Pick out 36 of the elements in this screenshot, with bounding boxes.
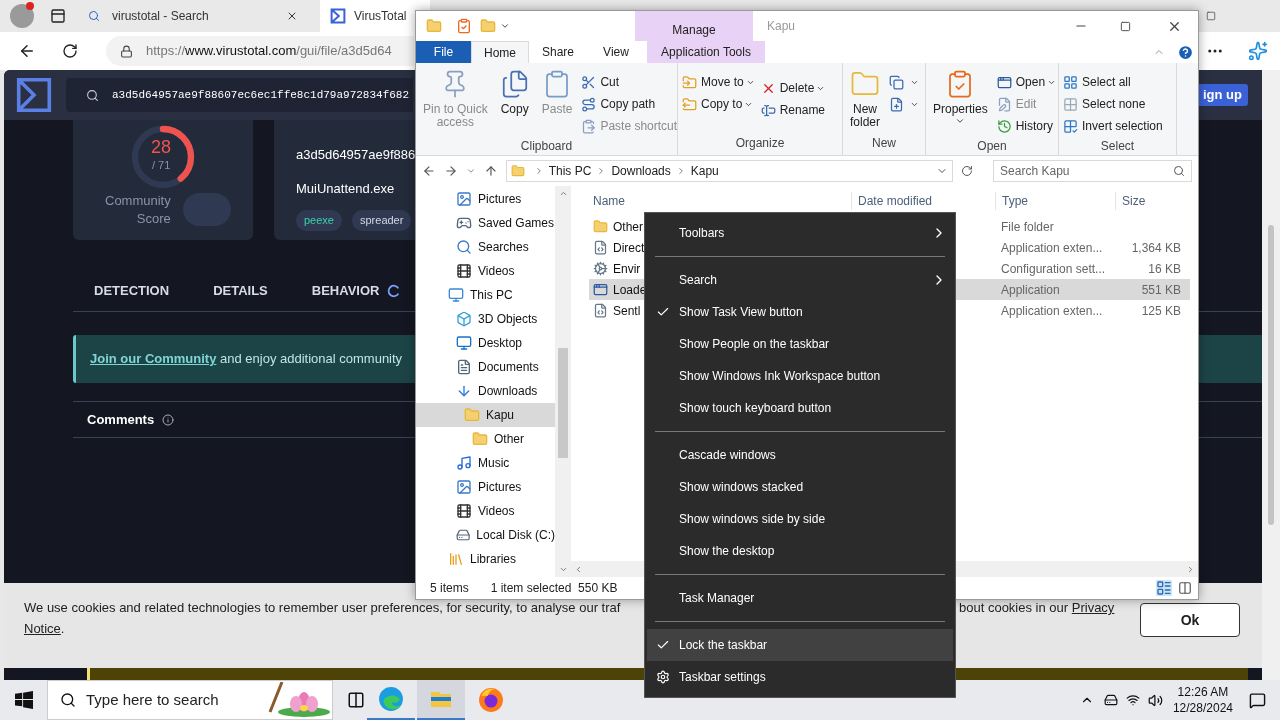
file-name: Sentl bbox=[613, 302, 641, 320]
tab-title: virustotal - Search bbox=[112, 8, 209, 25]
url-text: https://www.virustotal.com/gui/file/a3d5d64 bbox=[146, 42, 392, 61]
community-score-label: Community Score bbox=[105, 192, 171, 228]
file-name: Direct bbox=[613, 239, 645, 257]
file-type: Application exten... bbox=[1001, 240, 1103, 255]
detection-count: 28 bbox=[151, 138, 172, 156]
file-type: Application exten... bbox=[1001, 303, 1103, 318]
search-value: a3d5d64957ae9f88607ec6ec1ffe8c1d79a972834f682 bbox=[112, 87, 410, 103]
file-size: 551 KB bbox=[1141, 282, 1181, 297]
file-hash: a3d5d64957ae9f886 bbox=[296, 146, 417, 164]
file-name: MuiUnattend.exe bbox=[296, 179, 396, 198]
ribbon-group-label: Open bbox=[976, 138, 1008, 155]
ribbon-group-label: Organize bbox=[734, 135, 786, 152]
file-name: Envir bbox=[613, 260, 641, 278]
window-title: Kapu bbox=[767, 18, 796, 35]
file-name: Other bbox=[613, 218, 643, 236]
file-size: 1,364 KB bbox=[1131, 240, 1181, 255]
banner-text: Join our Community and enjoy additional community bbox=[90, 350, 403, 369]
ribbon-group-label: Clipboard bbox=[519, 138, 574, 155]
item-count: 5 items bbox=[430, 580, 469, 597]
file-type: Configuration sett... bbox=[1001, 261, 1106, 276]
manage-tab-header: Manage bbox=[635, 11, 753, 41]
file-size: 125 KB bbox=[1141, 303, 1181, 318]
file-type: File folder bbox=[1001, 219, 1054, 234]
total-engines: / 71 bbox=[152, 158, 171, 173]
file-type: Application bbox=[1001, 282, 1060, 297]
tab-title: VirusTotal bbox=[354, 8, 407, 25]
ribbon-group-label: Select bbox=[1099, 138, 1136, 155]
cookie-text: We use cookies and related technologies to remember user preferences, for security, to analyse our traf bbox=[24, 599, 621, 617]
cookie-text: Notice. bbox=[24, 620, 65, 638]
cookie-text: bout cookies in our Privacy bbox=[959, 599, 1115, 617]
selection-info: 1 item selected 550 KB bbox=[490, 580, 618, 597]
comments-heading: Comments bbox=[87, 410, 155, 429]
file-size: 16 KB bbox=[1148, 261, 1181, 276]
ribbon-group-label: New bbox=[871, 135, 897, 152]
